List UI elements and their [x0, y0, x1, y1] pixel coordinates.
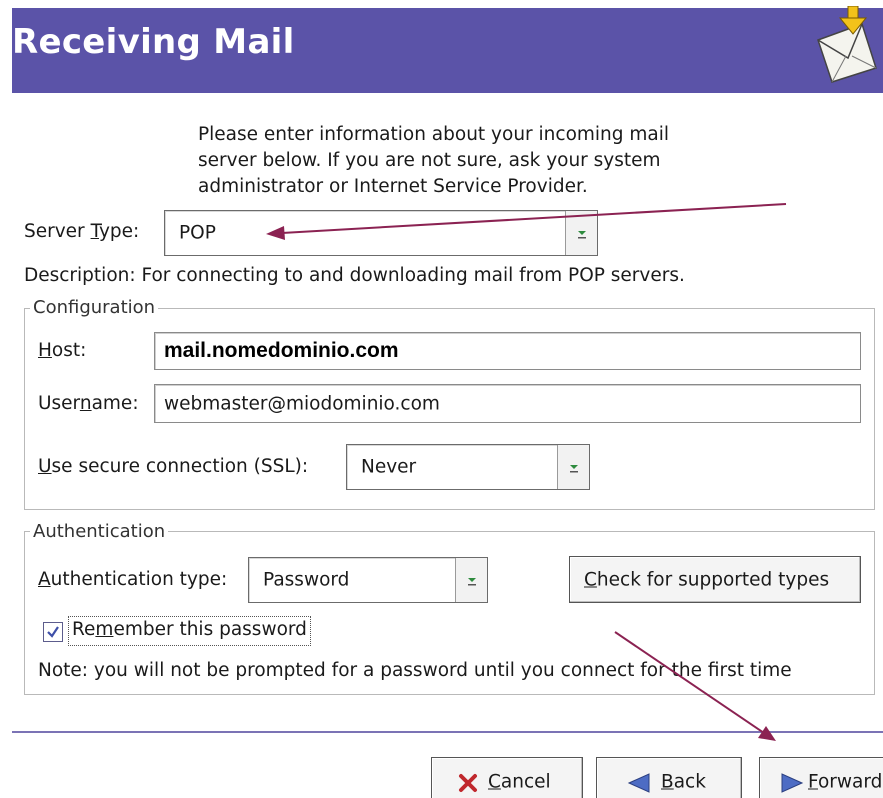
authentication-title: Authentication — [30, 521, 169, 542]
auth-type-select[interactable]: Password — [248, 557, 488, 603]
label-part: User — [38, 393, 80, 414]
footer-separator — [12, 731, 883, 733]
label-mnemonic: H — [38, 340, 52, 361]
label-part: ancel — [500, 771, 551, 793]
host-label: Host: — [38, 340, 86, 361]
intro-line: server below. If you are not sure, ask y… — [198, 150, 661, 171]
chevron-down-icon[interactable] — [557, 445, 589, 489]
back-arrow-icon — [627, 772, 651, 798]
back-button-label: Back — [661, 772, 706, 793]
server-type-select[interactable]: POP — [164, 210, 598, 256]
password-note: Note: you will not be prompted for a pas… — [38, 660, 792, 681]
check-button-label: Check for supported types — [584, 569, 829, 590]
label-mnemonic: C — [584, 569, 597, 590]
label-part: ack — [673, 771, 706, 793]
intro-line: Please enter information about your inco… — [198, 124, 670, 145]
label-mnemonic: U — [38, 456, 52, 477]
intro-line: administrator or Internet Service Provid… — [198, 176, 588, 197]
username-label: Username: — [38, 393, 139, 414]
back-button[interactable]: Back — [596, 757, 742, 798]
label-mnemonic: B — [661, 771, 674, 793]
configuration-title: Configuration — [30, 297, 159, 318]
forward-button-label: Forward — [808, 772, 882, 793]
server-type-label: Server Type: — [24, 221, 139, 242]
server-description: Description: For connecting to and downl… — [24, 265, 685, 286]
ssl-select[interactable]: Never — [346, 444, 590, 490]
host-value: mail.nomedominio.com — [164, 339, 399, 362]
label-part: heck for supported types — [596, 569, 830, 590]
label-mnemonic: m — [95, 619, 114, 640]
label-mnemonic: A — [38, 569, 51, 590]
auth-type-label: Authentication type: — [38, 569, 227, 590]
remember-password-checkbox[interactable] — [43, 622, 63, 642]
check-supported-types-button[interactable]: Check for supported types — [569, 556, 861, 603]
label-part: orward — [817, 771, 883, 793]
label-part: ame: — [91, 393, 139, 414]
label-part: se secure connection (SSL): — [51, 456, 309, 477]
page-title: Receiving Mail — [12, 22, 295, 62]
label-mnemonic: C — [488, 771, 501, 793]
server-type-value: POP — [179, 222, 216, 244]
cancel-x-icon — [458, 773, 478, 798]
ssl-label: Use secure connection (SSL): — [38, 456, 308, 477]
label-mnemonic: n — [79, 393, 92, 414]
chevron-down-icon[interactable] — [455, 558, 487, 602]
label-part: Server — [24, 221, 91, 242]
cancel-button-label: Cancel — [488, 772, 551, 793]
forward-arrow-icon — [780, 772, 804, 798]
remember-password-label[interactable]: Remember this password — [68, 616, 311, 646]
label-part: ember this password — [113, 619, 307, 640]
cancel-button[interactable]: Cancel — [431, 757, 583, 798]
auth-type-value: Password — [263, 569, 350, 591]
mail-download-icon — [812, 5, 880, 84]
chevron-down-icon[interactable] — [565, 211, 597, 255]
label-part: ost: — [51, 340, 87, 361]
intro-text: Please enter information about your inco… — [198, 122, 718, 200]
checkmark-icon — [47, 626, 59, 638]
forward-button[interactable]: Forward — [759, 757, 883, 798]
ssl-value: Never — [361, 456, 417, 478]
username-field[interactable]: webmaster@miodominio.com — [154, 384, 861, 423]
label-part: Re — [72, 619, 96, 640]
label-part: ype: — [98, 221, 140, 242]
label-part: uthentication type: — [50, 569, 228, 590]
label-mnemonic: F — [808, 771, 818, 793]
label-mnemonic: T — [90, 221, 99, 242]
username-value: webmaster@miodominio.com — [164, 393, 440, 414]
host-field[interactable]: mail.nomedominio.com — [154, 332, 861, 370]
